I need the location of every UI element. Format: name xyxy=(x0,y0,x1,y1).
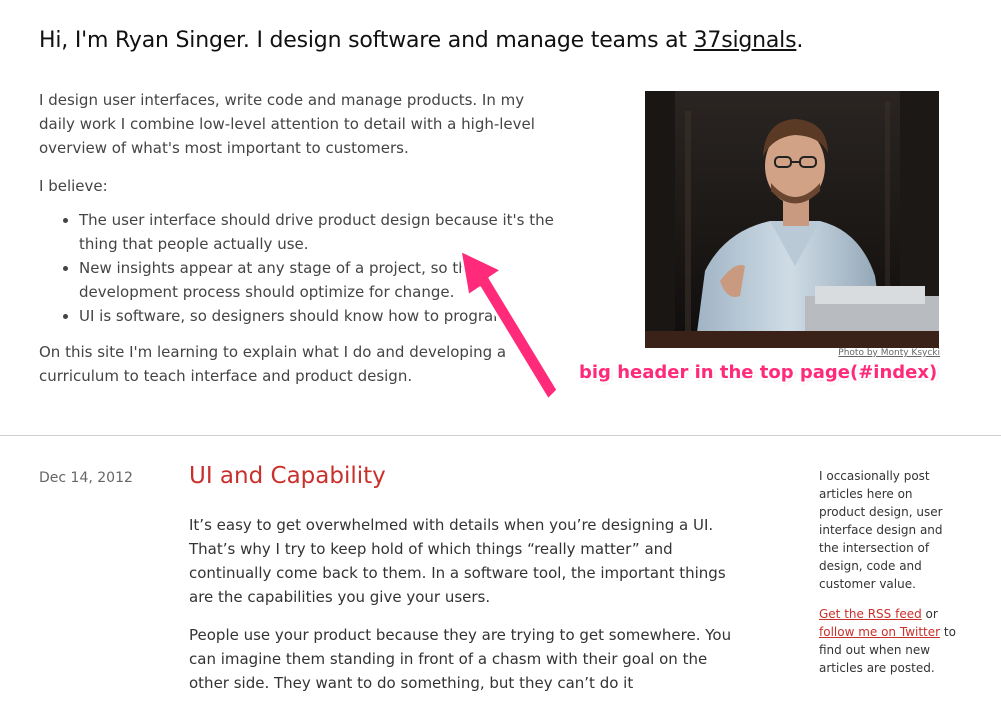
page-title-period: . xyxy=(796,28,804,53)
profile-photo xyxy=(645,91,939,348)
believe-label: I believe: xyxy=(39,177,108,195)
sidebar: I occasionally post articles here on pro… xyxy=(819,467,959,677)
annotation-arrow-icon xyxy=(458,248,560,402)
company-link[interactable]: 37signals xyxy=(694,28,797,53)
annotation-label: big header in the top page(#index) xyxy=(579,362,938,383)
speaker-photo-icon xyxy=(645,91,939,348)
post-date: Dec 14, 2012 xyxy=(39,470,133,486)
twitter-link[interactable]: follow me on Twitter xyxy=(819,625,940,639)
page-title: Hi, I'm Ryan Singer. I design software a… xyxy=(39,28,803,53)
section-divider xyxy=(0,435,1001,436)
post-body: It’s easy to get overwhelmed with detail… xyxy=(189,513,749,709)
sidebar-follow: Get the RSS feed or follow me on Twitter… xyxy=(819,605,959,677)
post-paragraph: People use your product because they are… xyxy=(189,626,732,692)
post-title-link[interactable]: UI and Capability xyxy=(189,463,386,489)
photo-caption[interactable]: Photo by Monty Ksycki xyxy=(800,348,940,358)
page-title-text: Hi, I'm Ryan Singer. I design software a… xyxy=(39,28,694,53)
intro-paragraph: I design user interfaces, write code and… xyxy=(39,91,535,157)
sidebar-or-text: or xyxy=(921,607,938,621)
post-paragraph: It’s easy to get overwhelmed with detail… xyxy=(189,516,726,606)
rss-feed-link[interactable]: Get the RSS feed xyxy=(819,607,922,621)
sidebar-about: I occasionally post articles here on pro… xyxy=(819,469,943,591)
